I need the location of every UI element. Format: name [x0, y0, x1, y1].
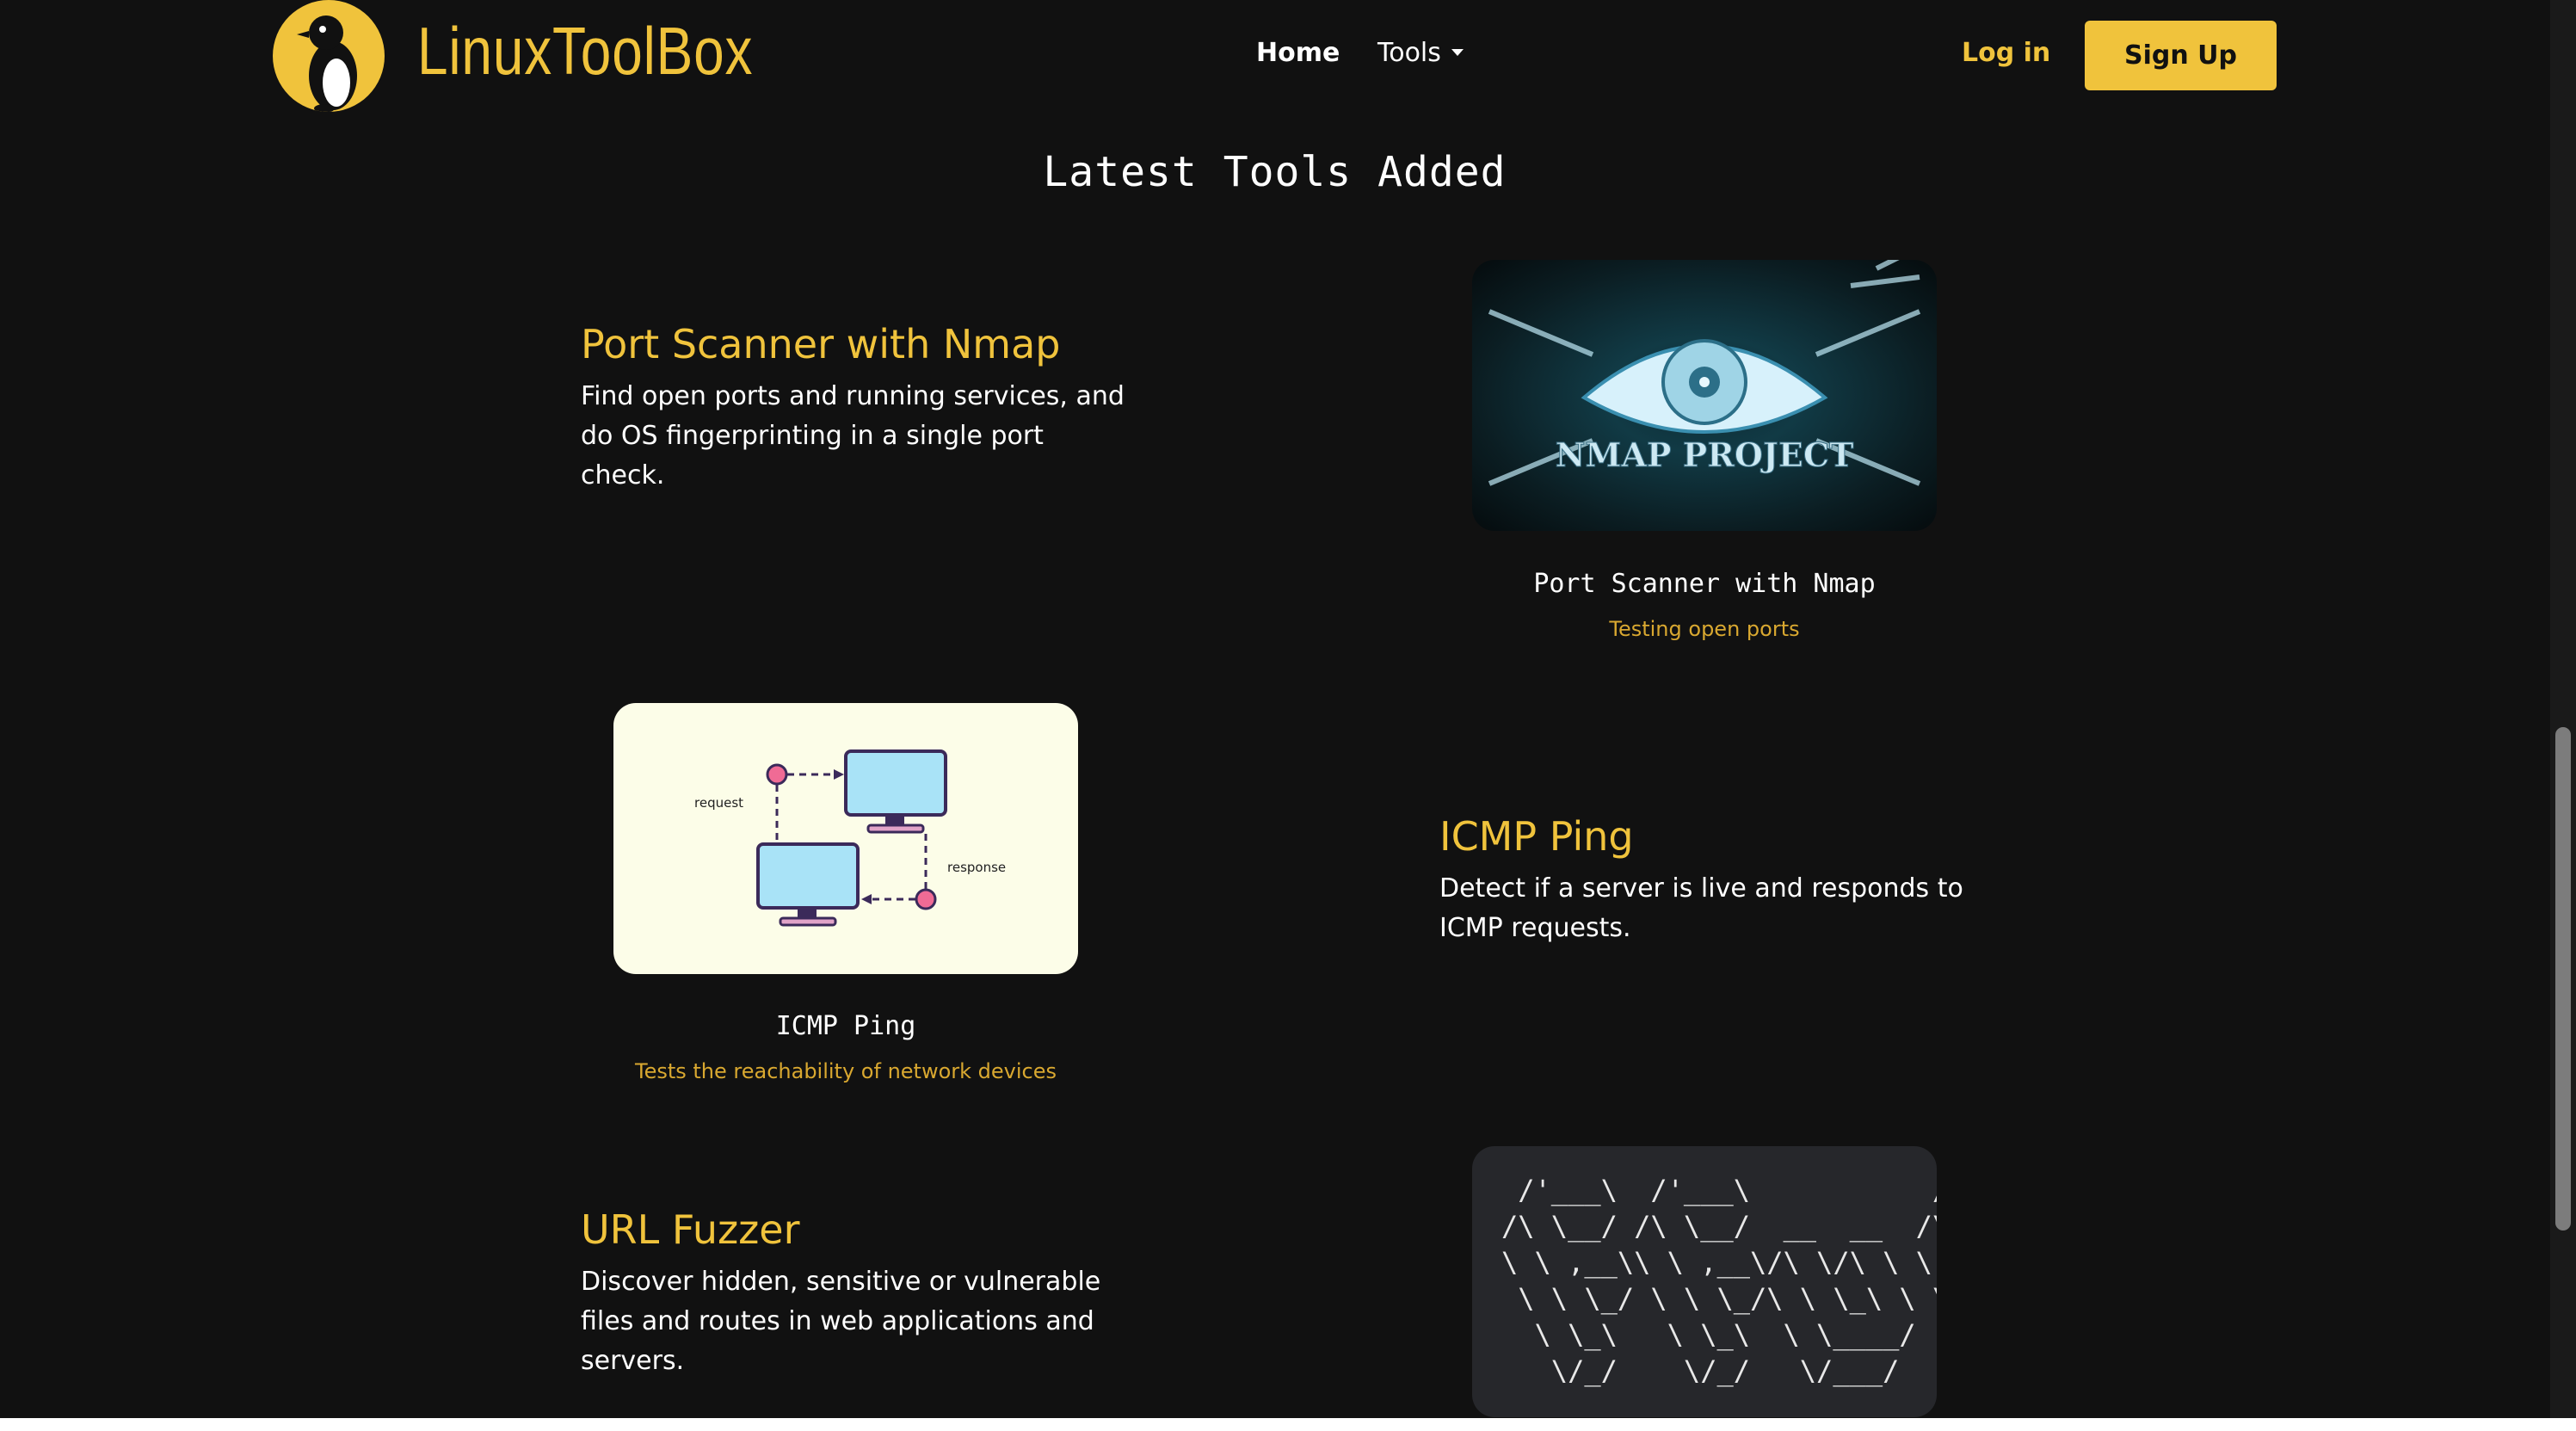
card-title-icmp: ICMP Ping [775, 1011, 916, 1041]
tool-title-nmap[interactable]: Port Scanner with Nmap [581, 321, 1060, 367]
tool-description-icmp: Detect if a server is live and responds … [1439, 873, 1963, 943]
caret-down-icon [1451, 48, 1464, 56]
penguin-logo-icon[interactable] [273, 0, 385, 112]
ffuf-ascii-art: /'___\ /'___\ /'___\ /\ \__/ /\ \__/ __ … [1501, 1174, 1937, 1387]
signup-button[interactable]: Sign Up [2085, 21, 2277, 90]
nav-tools-label: Tools [1377, 38, 1441, 68]
nmap-image-text: NMAP PROJECT [1556, 435, 1854, 474]
page: LinuxToolBox Home Tools Log in Sign Up L… [0, 0, 2576, 1418]
nav-tools-dropdown[interactable]: Tools [1377, 38, 1464, 68]
brand-name[interactable]: LinuxToolBox [417, 12, 753, 90]
login-link[interactable]: Log in [1962, 38, 2050, 68]
response-label: response [947, 860, 1006, 875]
tool-title-url-fuzzer[interactable]: URL Fuzzer [581, 1206, 799, 1253]
nmap-project-image[interactable]: NMAP PROJECT [1472, 260, 1937, 531]
vertical-scrollbar[interactable] [2550, 0, 2576, 1418]
tool-description-url-fuzzer: Discover hidden, sensitive or vulnerable… [581, 1267, 1101, 1376]
card-subtitle-nmap: Testing open ports [1609, 617, 1800, 641]
ffuf-ascii-image[interactable]: /'___\ /'___\ /'___\ /\ \__/ /\ \__/ __ … [1472, 1146, 1937, 1417]
card-subtitle-icmp: Tests the reachability of network device… [634, 1059, 1057, 1083]
card-title-nmap: Port Scanner with Nmap [1533, 569, 1876, 599]
nav-home-link[interactable]: Home [1256, 38, 1340, 68]
bottom-edge [0, 1418, 2576, 1431]
tool-description-nmap: Find open ports and running services, an… [581, 381, 1125, 490]
section-title: Latest Tools Added [1043, 148, 1507, 196]
scrollbar-thumb[interactable] [2555, 727, 2571, 1231]
icmp-ping-image[interactable]: request response [613, 703, 1078, 974]
request-label: request [694, 795, 743, 811]
tool-title-icmp[interactable]: ICMP Ping [1439, 813, 1634, 860]
